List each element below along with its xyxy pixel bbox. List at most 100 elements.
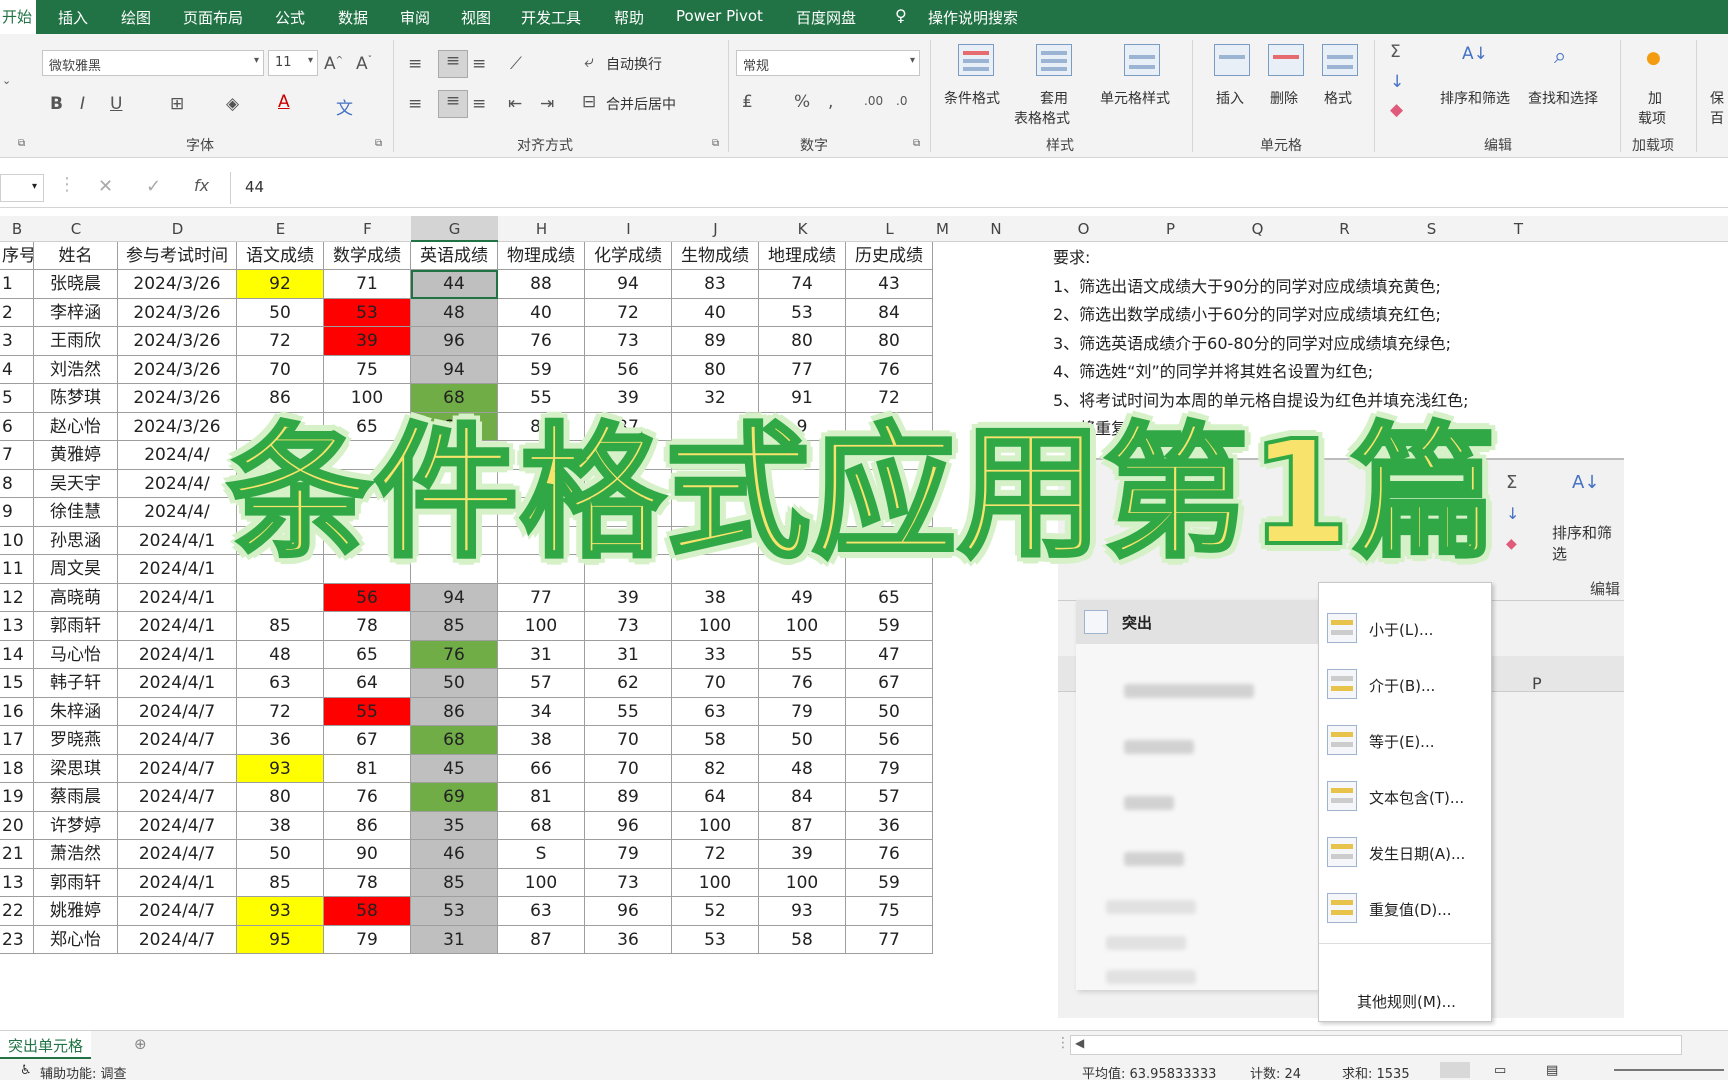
table-cell[interactable]: 31 bbox=[411, 925, 498, 954]
table-cell[interactable]: 49 bbox=[759, 583, 846, 612]
table-cell[interactable]: 78 bbox=[324, 612, 411, 641]
table-cell[interactable]: 59 bbox=[846, 868, 933, 897]
more-rules-item[interactable]: 其他规则(M)... bbox=[1357, 991, 1456, 1012]
table-cell[interactable]: 58 bbox=[324, 897, 411, 926]
conditional-format-button[interactable]: 条件格式 bbox=[944, 88, 1000, 108]
table-cell[interactable]: 45 bbox=[411, 754, 498, 783]
table-cell[interactable]: 96 bbox=[585, 811, 672, 840]
table-cell[interactable]: 50 bbox=[411, 669, 498, 698]
table-cell[interactable]: 39 bbox=[759, 840, 846, 869]
addin-button-2[interactable]: 载项 bbox=[1638, 108, 1666, 128]
table-cell[interactable]: 80 bbox=[759, 327, 846, 356]
table-cell[interactable]: 73 bbox=[585, 612, 672, 641]
cancel-icon[interactable]: ✕ bbox=[98, 176, 113, 197]
table-cell[interactable]: 70 bbox=[585, 726, 672, 755]
sheet-tab-active[interactable]: 突出单元格 bbox=[0, 1031, 92, 1059]
sort-filter-button[interactable]: 排序和筛选 bbox=[1440, 88, 1510, 108]
table-cell[interactable]: 43 bbox=[846, 270, 933, 299]
table-cell[interactable]: 71 bbox=[324, 270, 411, 299]
column-title[interactable]: 英语成绩 bbox=[411, 241, 498, 270]
italic-icon[interactable]: I bbox=[80, 94, 85, 114]
table-cell[interactable]: 72 bbox=[237, 697, 324, 726]
table-cell[interactable]: 59 bbox=[846, 612, 933, 641]
bold-icon[interactable]: B bbox=[50, 94, 63, 114]
table-cell[interactable]: 46 bbox=[411, 840, 498, 869]
table-cell[interactable]: 17 bbox=[0, 726, 34, 755]
table-cell[interactable]: 100 bbox=[672, 612, 759, 641]
horizontal-scrollbar[interactable]: ◀ bbox=[1070, 1035, 1682, 1055]
table-cell[interactable]: 73 bbox=[585, 327, 672, 356]
border-icon[interactable]: ⊞ bbox=[170, 94, 184, 114]
table-cell[interactable]: 朱梓涵 bbox=[34, 697, 118, 726]
table-cell[interactable]: 36 bbox=[846, 811, 933, 840]
font-size-select[interactable]: 11 ▾ bbox=[268, 50, 318, 76]
table-cell[interactable]: 15 bbox=[0, 669, 34, 698]
table-cell[interactable]: 2024/3/26 bbox=[118, 412, 237, 441]
date-occurring-item[interactable]: 发生日期(A)... bbox=[1369, 843, 1465, 864]
table-cell[interactable]: 93 bbox=[237, 754, 324, 783]
table-cell[interactable]: 100 bbox=[498, 612, 585, 641]
table-cell[interactable]: 2024/4/7 bbox=[118, 840, 237, 869]
table-cell[interactable]: 2024/4/7 bbox=[118, 783, 237, 812]
table-cell[interactable]: 2024/4/1 bbox=[118, 868, 237, 897]
table-cell[interactable]: 蔡雨晨 bbox=[34, 783, 118, 812]
table-cell[interactable]: 100 bbox=[672, 811, 759, 840]
table-cell[interactable]: 2024/4/1 bbox=[118, 583, 237, 612]
table-cell[interactable]: 38 bbox=[672, 583, 759, 612]
table-cell[interactable]: 58 bbox=[759, 925, 846, 954]
table-cell[interactable]: 53 bbox=[759, 298, 846, 327]
table-cell[interactable]: 74 bbox=[759, 270, 846, 299]
column-title[interactable]: 地理成绩 bbox=[759, 241, 846, 270]
table-cell[interactable]: 75 bbox=[324, 355, 411, 384]
table-cell[interactable]: 50 bbox=[759, 726, 846, 755]
column-title[interactable]: 参与考试时间 bbox=[118, 241, 237, 270]
name-box[interactable]: ▾ bbox=[0, 174, 44, 202]
table-cell[interactable]: 48 bbox=[759, 754, 846, 783]
tab-draw[interactable]: 绘图 bbox=[121, 7, 151, 28]
highlight-rules-item[interactable] bbox=[1076, 600, 1322, 644]
column-header-b[interactable]: B bbox=[0, 220, 34, 238]
tab-view[interactable]: 视图 bbox=[461, 7, 491, 28]
table-cell[interactable]: 78 bbox=[324, 868, 411, 897]
page-layout-view-icon[interactable]: ▭ bbox=[1494, 1063, 1506, 1078]
table-cell[interactable]: 3 bbox=[0, 327, 34, 356]
table-cell[interactable]: 50 bbox=[846, 697, 933, 726]
table-cell[interactable]: 58 bbox=[672, 726, 759, 755]
table-cell[interactable]: 2024/4/1 bbox=[118, 526, 237, 555]
wrap-text-icon[interactable]: ⤶ bbox=[584, 52, 594, 72]
table-cell[interactable]: 76 bbox=[846, 355, 933, 384]
table-cell[interactable]: 56 bbox=[846, 726, 933, 755]
table-cell[interactable]: 31 bbox=[498, 640, 585, 669]
tab-insert[interactable]: 插入 bbox=[58, 7, 88, 28]
table-cell[interactable]: 56 bbox=[585, 355, 672, 384]
table-cell[interactable]: 2024/3/26 bbox=[118, 384, 237, 413]
table-cell[interactable]: 2024/4/7 bbox=[118, 925, 237, 954]
table-cell[interactable]: 11 bbox=[0, 555, 34, 584]
text-contains-item[interactable]: 文本包含(T)... bbox=[1369, 787, 1464, 808]
table-cell[interactable]: 83 bbox=[672, 270, 759, 299]
table-cell[interactable]: 100 bbox=[759, 612, 846, 641]
column-header-k[interactable]: K bbox=[759, 220, 846, 238]
column-title[interactable]: 序号 bbox=[0, 241, 34, 270]
table-cell[interactable]: 徐佳慧 bbox=[34, 498, 118, 527]
table-cell[interactable]: 16 bbox=[0, 697, 34, 726]
column-header-s[interactable]: S bbox=[1388, 220, 1475, 238]
phonetic-icon[interactable]: 文 bbox=[336, 94, 353, 119]
table-cell[interactable]: 96 bbox=[585, 897, 672, 926]
page-break-view-icon[interactable]: ▤ bbox=[1546, 1063, 1558, 1078]
normal-view-icon[interactable] bbox=[1440, 1062, 1470, 1078]
chevron-down-icon[interactable]: ⌄ bbox=[2, 74, 11, 87]
table-cell[interactable]: 94 bbox=[411, 355, 498, 384]
align-right-icon[interactable]: ≡ bbox=[472, 94, 486, 114]
table-cell[interactable]: 94 bbox=[411, 583, 498, 612]
table-cell[interactable]: 2024/4/7 bbox=[118, 726, 237, 755]
table-cell[interactable]: 72 bbox=[585, 298, 672, 327]
table-cell[interactable]: 40 bbox=[498, 298, 585, 327]
tab-home[interactable]: 开始 bbox=[0, 0, 37, 34]
insert-cells-icon[interactable] bbox=[1214, 44, 1250, 76]
table-cell[interactable]: 2024/4/1 bbox=[118, 555, 237, 584]
table-cell[interactable]: 4 bbox=[0, 355, 34, 384]
formula-input[interactable] bbox=[230, 172, 1728, 204]
tell-me-search[interactable]: 操作说明搜索 bbox=[928, 7, 1018, 28]
insert-function-icon[interactable]: fx bbox=[194, 176, 209, 195]
